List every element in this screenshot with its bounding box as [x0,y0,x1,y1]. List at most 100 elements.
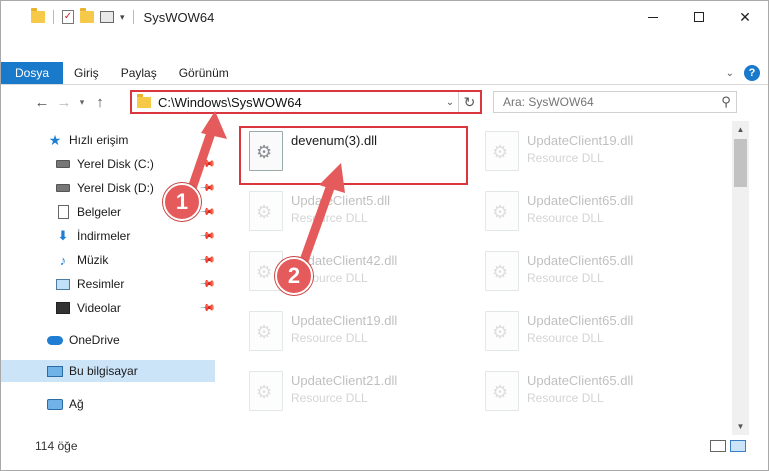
details-view-icon[interactable] [710,440,726,452]
file-name: UpdateClient19.dll [527,133,634,148]
ribbon-tabs: Dosya Giriş Paylaş Görünüm [1,62,768,85]
address-path[interactable]: C:\Windows\SysWOW64 [158,95,442,110]
sidebar-item-label: OneDrive [69,333,120,347]
downloads-icon: ⬇ [57,228,69,243]
sidebar-item-pictures[interactable]: Resimler 📌 [1,273,216,295]
tiles-view-icon[interactable] [730,440,746,452]
pin-icon[interactable]: 📌 [199,300,216,317]
window-controls: ✕ [630,1,768,33]
sidebar-item-music[interactable]: ♪ Müzik 📌 [1,249,216,271]
scroll-up-button[interactable]: ▲ [732,121,749,138]
pin-icon[interactable]: 📌 [199,276,216,293]
file-item[interactable]: UpdateClient5.dll Resource DLL [233,185,459,239]
callout-2: 2 [275,257,313,295]
maximize-button[interactable] [676,1,722,33]
file-item[interactable]: UpdateClient65.dll Resource DLL [469,305,695,359]
pin-icon[interactable]: 📌 [199,204,216,221]
sidebar-item-quick-access[interactable]: ★ Hızlı erişim [1,129,215,151]
file-name: UpdateClient21.dll [291,373,398,388]
sidebar-item-local-disk-c[interactable]: Yerel Disk (C:) 📌 [1,153,216,175]
up-button[interactable]: ↑ [89,91,111,113]
minimize-button[interactable] [630,1,676,33]
navigation-pane: ★ Hızlı erişim Yerel Disk (C:) 📌 Yerel D… [1,123,216,433]
help-icon[interactable]: ? [744,65,760,81]
sidebar-item-label: İndirmeler [77,229,131,243]
title-bar: ✓ ▾ SysWOW64 ✕ [1,1,768,33]
properties-check-icon[interactable]: ✓ [62,10,74,24]
chevron-down-icon: ▾ [79,96,85,107]
chevron-down-icon[interactable]: ▾ [120,12,125,23]
toolbar-separator [132,10,134,24]
tab-file[interactable]: Dosya [1,62,64,84]
scroll-thumb[interactable] [734,139,747,187]
forward-button[interactable]: → [53,91,75,113]
search-icon[interactable]: ⚲ [716,94,736,110]
sidebar-item-label: Belgeler [77,205,122,219]
sidebar-item-network[interactable]: Ağ [1,393,215,415]
recent-locations-button[interactable]: ▾ [75,91,89,113]
pin-icon[interactable]: 📌 [199,180,216,197]
refresh-button[interactable]: ↻ [458,92,480,112]
sidebar-item-label: Resimler [77,277,125,291]
sidebar-item-label: Ağ [69,397,84,411]
file-item[interactable]: UpdateClient65.dll Resource DLL [469,185,695,239]
expand-ribbon-icon[interactable]: ⌄ [726,68,734,79]
file-item[interactable]: UpdateClient19.dll Resource DLL [233,305,459,359]
chevron-down-icon[interactable]: ⌄ [442,97,458,108]
search-input[interactable] [494,95,716,109]
sidebar-item-label: Bu bilgisayar [69,364,138,378]
address-bar[interactable]: C:\Windows\SysWOW64 ⌄ ↻ [130,90,482,114]
tab-view[interactable]: Görünüm [168,62,240,84]
dll-file-icon [485,371,519,411]
file-item[interactable]: UpdateClient65.dll Resource DLL [469,245,695,299]
sidebar-item-downloads[interactable]: ⬇ İndirmeler 📌 [1,225,216,247]
sidebar-item-label: Videolar [77,301,121,315]
file-item[interactable]: UpdateClient21.dll Resource DLL [233,365,459,419]
maximize-icon [694,12,704,22]
arrow-left-icon: ← [34,93,50,111]
file-name: UpdateClient65.dll [527,193,634,208]
scroll-down-button[interactable]: ▼ [732,418,749,435]
tab-share[interactable]: Paylaş [110,62,168,84]
file-type: Resource DLL [291,211,368,225]
dll-file-icon [485,131,519,171]
pin-icon[interactable]: 📌 [199,252,216,269]
dll-file-icon [485,311,519,351]
dll-file-icon [249,311,283,351]
close-button[interactable]: ✕ [722,1,768,33]
pictures-icon [55,277,71,291]
navigation-bar: ← → ▾ ↑ C:\Windows\SysWOW64 ⌄ ↻ ⚲ [1,87,768,117]
file-name: UpdateClient65.dll [527,253,634,268]
explorer-window: ✓ ▾ SysWOW64 ✕ Dosya Giriş Paylaş Görünü… [0,0,769,471]
dll-file-icon [249,371,283,411]
pin-icon[interactable]: 📌 [199,156,216,173]
sidebar-item-label: Müzik [77,253,109,267]
close-icon: ✕ [739,8,751,25]
arrow-up-icon: ↑ [96,93,104,111]
sidebar-item-onedrive[interactable]: OneDrive [1,329,215,351]
vertical-scrollbar[interactable]: ▲ ▼ [732,121,749,435]
file-item[interactable]: UpdateClient42.dll Resource DLL [233,245,459,299]
star-icon: ★ [48,131,62,148]
new-folder-icon[interactable] [80,8,94,23]
search-box[interactable]: ⚲ [493,91,737,113]
file-name: UpdateClient65.dll [527,373,634,388]
file-item[interactable]: UpdateClient19.dll Resource DLL [469,125,695,179]
documents-icon [55,205,71,219]
pin-icon[interactable]: 📌 [199,228,216,245]
folder-icon [137,93,151,108]
customize-icon[interactable] [100,11,114,23]
window-title: SysWOW64 [143,9,215,25]
back-button[interactable]: ← [31,91,53,113]
quick-access-toolbar: ✓ ▾ [31,8,136,24]
network-icon [47,397,63,411]
sidebar-item-label: Yerel Disk (C:) [77,157,154,171]
tab-home[interactable]: Giriş [63,62,110,84]
sidebar-item-videos[interactable]: Videolar 📌 [1,297,216,319]
file-item[interactable]: UpdateClient65.dll Resource DLL [469,365,695,419]
sidebar-item-this-pc[interactable]: Bu bilgisayar [1,360,215,382]
file-type: Resource DLL [291,391,368,405]
drive-icon [55,157,71,171]
sidebar-item-label: Hızlı erişim [69,133,129,147]
dll-file-icon [249,191,283,231]
